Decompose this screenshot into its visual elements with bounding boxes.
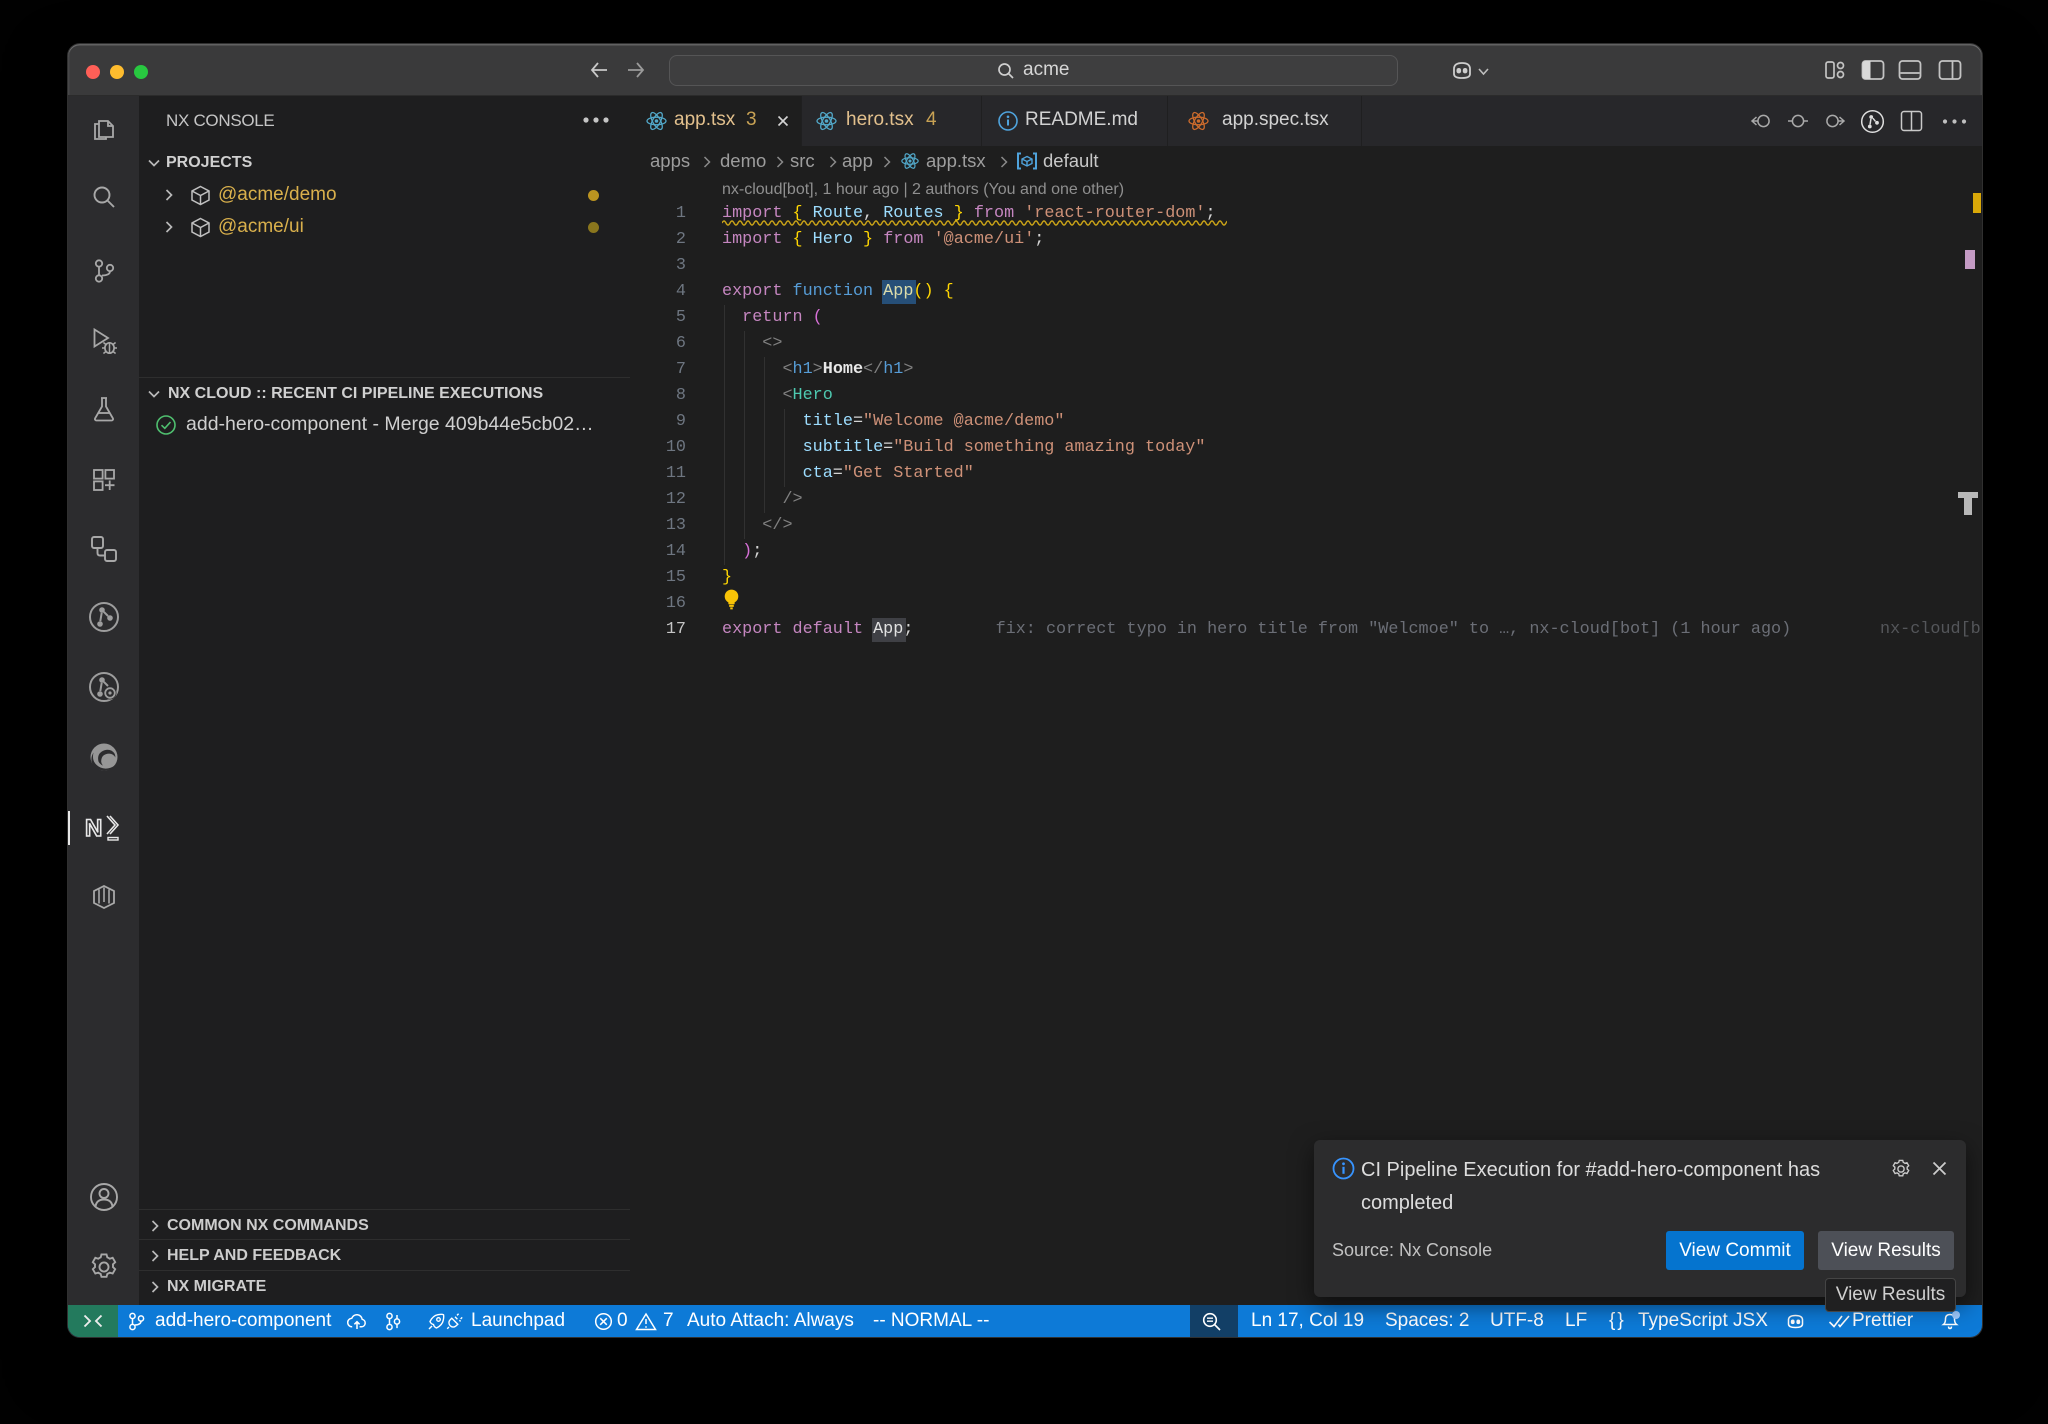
svg-text:N: N [85, 815, 102, 842]
